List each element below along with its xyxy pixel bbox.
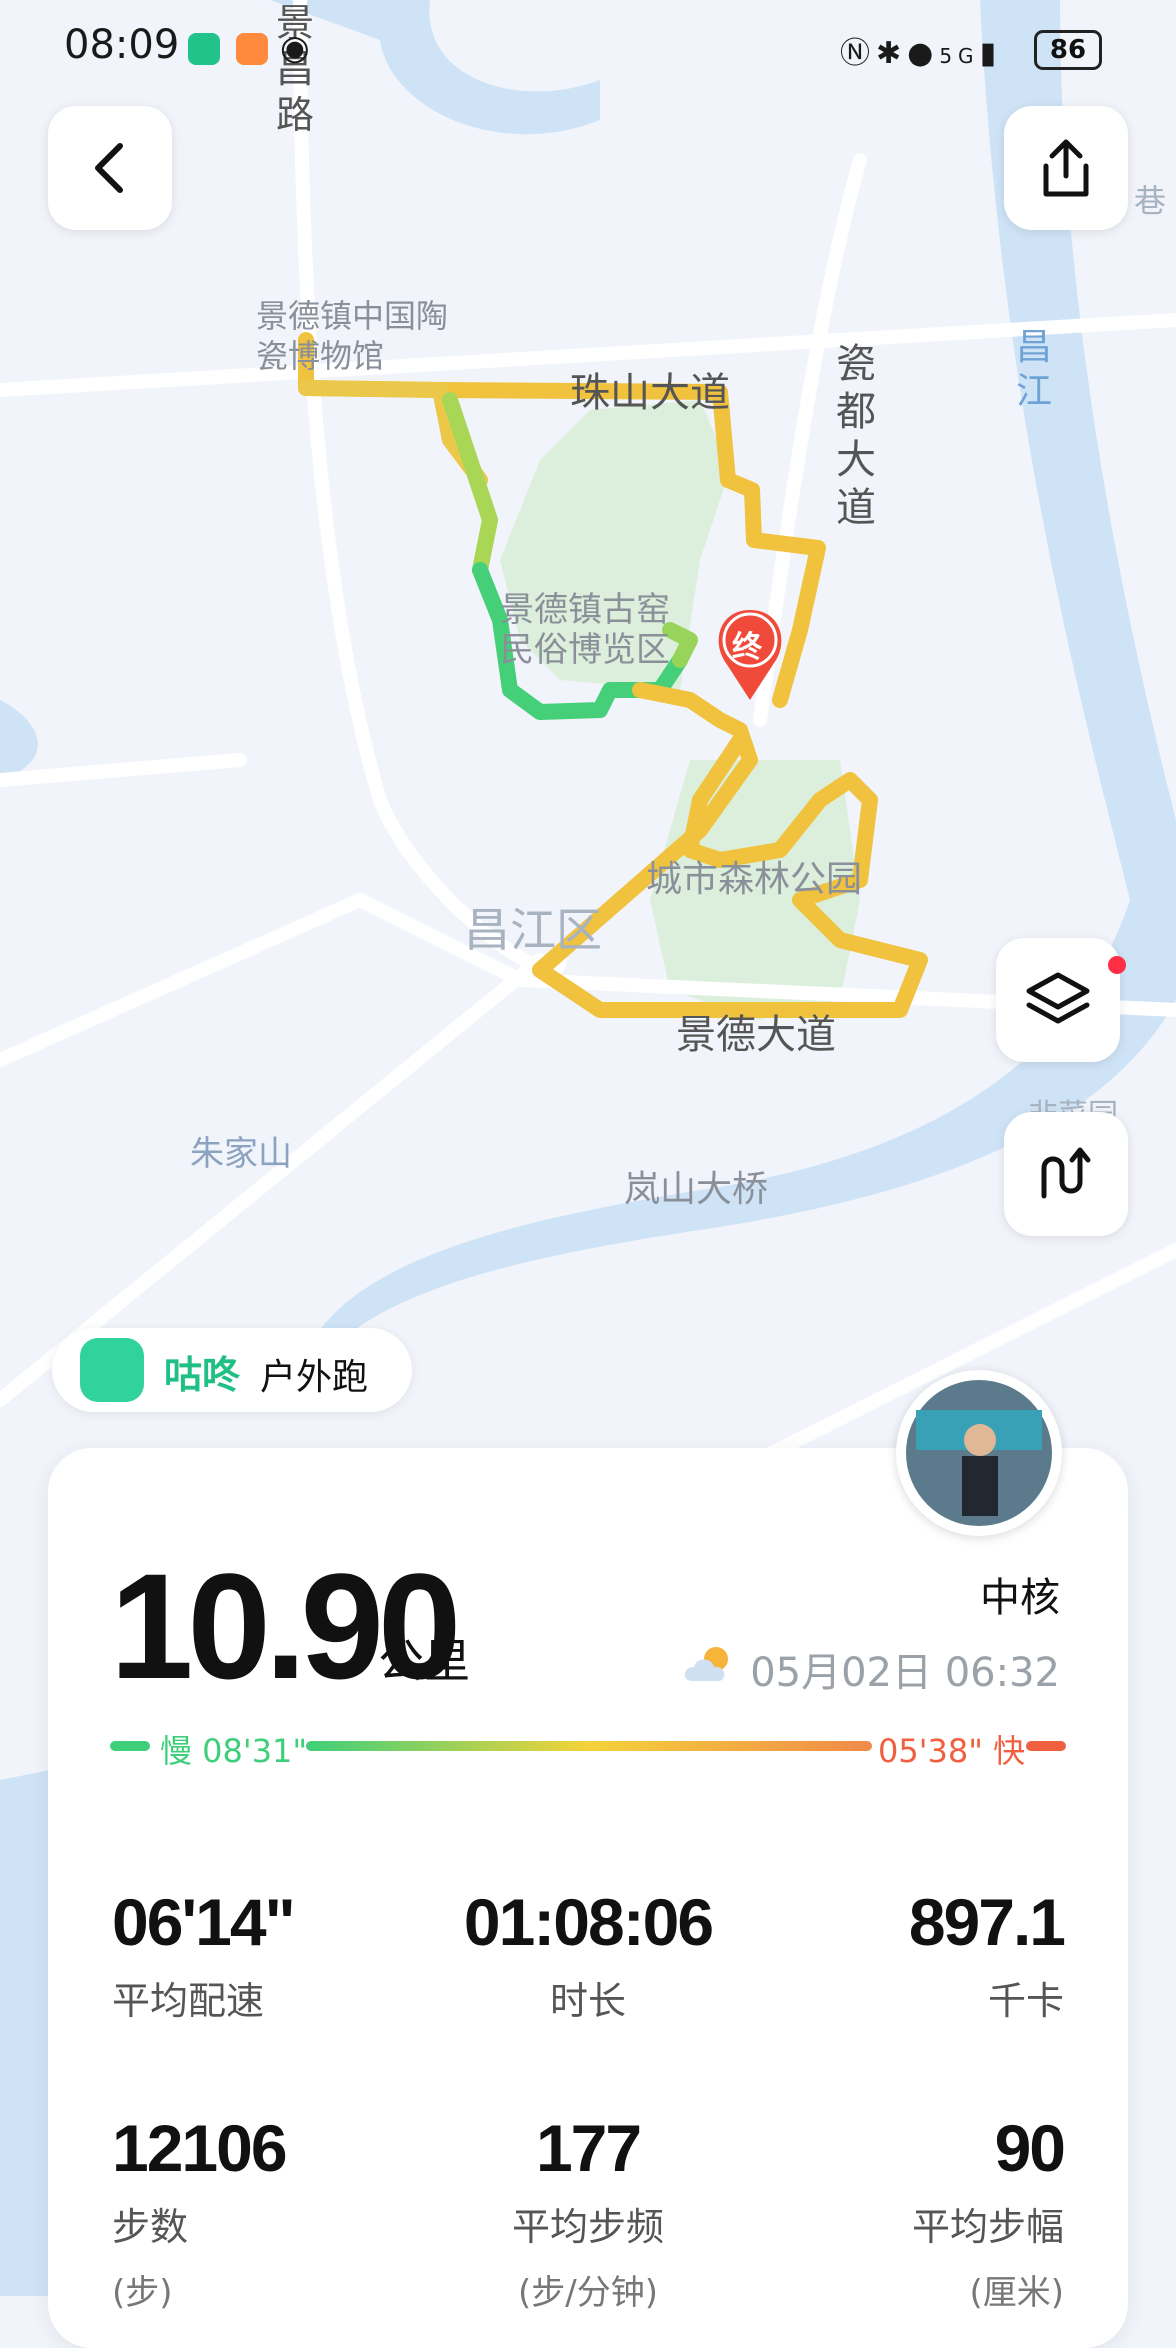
pace-fast-label: 05'38" 快 [878,1732,1026,1770]
pace-slow-label: 慢 08'31" [160,1732,308,1770]
stat-label: 千卡 [987,1979,1064,2023]
stat-unit: (步) [112,2273,173,2313]
map-label-alley: 巷 [1134,182,1167,220]
status-icons: Ⓝ✱●5G▮ [840,28,1002,72]
user-name: 中核 [980,1575,1060,1621]
eye-icon: ◉ [280,28,310,68]
back-button[interactable] [48,106,172,230]
stat-label: 平均配速 [112,1979,265,2023]
app-activity-chip: 咕咚 户外跑 [52,1328,412,1412]
stat-unit: (厘米) [969,2273,1064,2313]
share-icon [1043,139,1089,197]
stat-label: 时长 [549,1979,626,2023]
map-label-forest-park: 城市森林公园 [646,859,863,900]
stat-unit: (步/分钟) [518,2273,658,2313]
map-label-lanshan-bridge: 岚山大桥 [624,1169,769,1210]
map-label-zhujiashan: 朱家山 [190,1134,292,1174]
health-app-icon [236,33,268,65]
map-label-cidu-road: 瓷都大道 [836,341,876,531]
codoon-logo-icon [80,1338,144,1402]
map-label-changjiang-district: 昌江区 [464,903,602,957]
stat-label: 平均步幅 [911,2205,1064,2249]
layers-icon [1026,972,1090,1024]
stat-avg-pace: 06'14" 平均配速 [112,1884,412,2025]
map-label-museum: 景德镇中国陶瓷博物馆 [256,297,449,375]
signal-icon: ▮ [979,36,1003,71]
nfc-icon: Ⓝ [840,36,876,71]
stat-value: 12106 [112,2111,288,2185]
route-icon [1041,1147,1091,1199]
stat-label: 平均步频 [511,2205,664,2249]
stat-value: 90 [994,2111,1066,2185]
cloudy-sun-icon [682,1645,740,1689]
stat-label: 步数 [112,2205,189,2249]
share-button[interactable] [1004,106,1128,230]
stat-calories: 897.1 千卡 [764,1884,1066,2025]
distance-unit: 公里 [378,1634,470,1688]
bluetooth-icon: ✱ [876,36,908,71]
stat-value: 06'14" [112,1885,296,1959]
stat-stride: 90 平均步幅 (厘米) [764,2110,1066,2314]
stat-value: 01:08:06 [463,1885,714,1959]
map-label-zhushan-road: 珠山大道 [570,370,730,416]
route-button[interactable] [1004,1112,1128,1236]
activity-type: 户外跑 [260,1357,369,1398]
network-label: 5G [939,44,980,68]
stat-cadence: 177 平均步频 (步/分钟) [438,2110,738,2314]
stat-value: 177 [535,2111,642,2185]
location-icon: ● [907,36,940,71]
stat-value: 897.1 [908,1885,1066,1959]
new-badge [1108,956,1126,974]
map-label-jingde-road: 景德大道 [676,1012,836,1058]
chevron-left-icon [95,143,123,193]
battery-indicator: 86 [1034,30,1102,70]
app-notification-icon [188,33,220,65]
app-name: 咕咚 [164,1353,241,1397]
status-bar: 08:09 ◉ Ⓝ✱●5G▮ 86 [0,0,1176,100]
stat-duration: 01:08:06 时长 [438,1884,738,2025]
map-label-gu-yao: 景德镇古窑民俗博览区 [500,590,670,670]
avatar[interactable] [896,1370,1062,1536]
end-marker-label: 终 [732,630,762,665]
status-time: 08:09 [64,22,180,68]
stat-steps: 12106 步数 (步) [112,2110,412,2314]
layers-button[interactable] [996,938,1126,1062]
workout-datetime: 05月02日 06:32 [750,1650,1060,1696]
map-label-changjiang-river: 昌江 [1016,327,1053,412]
